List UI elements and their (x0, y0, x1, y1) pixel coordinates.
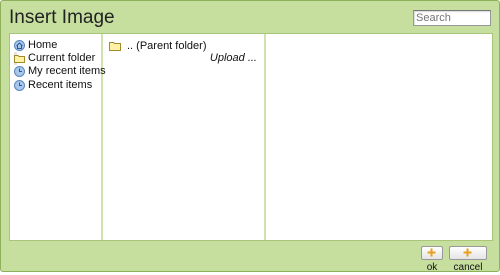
nav-item-my-recent-items[interactable]: My recent items (14, 65, 106, 78)
ok-label: ok (426, 262, 438, 273)
folder-icon (109, 41, 121, 51)
file-list-column: .. (Parent folder) Upload ... (103, 34, 266, 240)
nav-item-label: Recent items (28, 79, 93, 91)
cancel-icon (463, 248, 472, 257)
insert-image-dialog: Insert Image Home Current f (0, 0, 500, 273)
nav-item-current-folder[interactable]: Current folder (14, 52, 95, 65)
nav-item-label: Current folder (28, 52, 96, 64)
nav-item-label: My recent items (28, 65, 106, 77)
cancel-button[interactable]: cancel (449, 246, 487, 273)
search-input[interactable] (413, 10, 491, 26)
cancel-label: cancel (453, 262, 483, 273)
upload-link[interactable]: Upload ... (210, 52, 257, 64)
dialog-title: Insert Image (9, 7, 115, 28)
ok-button[interactable]: ok (421, 246, 443, 273)
recent-icon (14, 80, 25, 91)
parent-folder-label: .. (Parent folder) (127, 40, 207, 52)
ok-icon (427, 248, 436, 257)
dialog-content: Home Current folder My recent items Rece… (9, 33, 493, 241)
preview-column (266, 34, 492, 240)
nav-item-label: Home (28, 39, 58, 51)
folder-icon (14, 53, 25, 64)
nav-item-home[interactable]: Home (14, 39, 57, 52)
nav-item-recent-items[interactable]: Recent items (14, 79, 92, 92)
nav-column: Home Current folder My recent items Rece… (10, 34, 106, 240)
home-icon (14, 40, 25, 51)
recent-icon (14, 66, 25, 77)
